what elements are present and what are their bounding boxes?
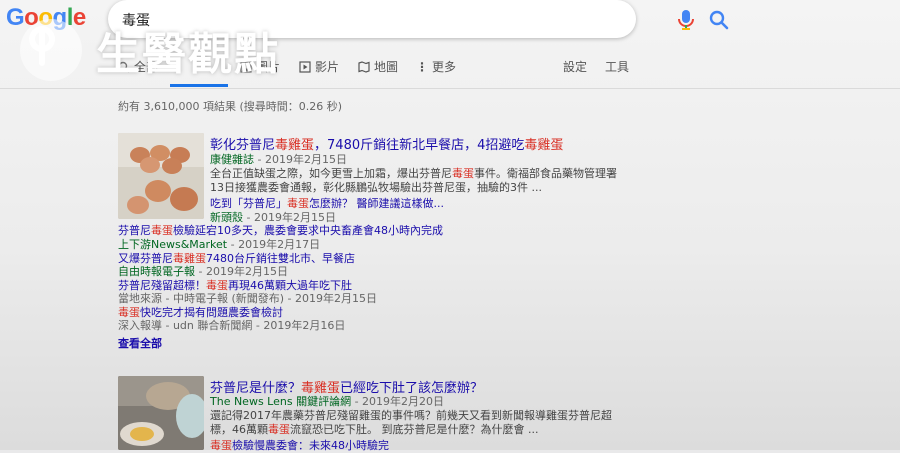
see-all-link[interactable]: 查看全部 — [118, 335, 162, 351]
tab-maps[interactable]: 地圖 — [358, 58, 398, 75]
result-thumbnail[interactable] — [118, 133, 204, 219]
tab-label: 更多 — [432, 60, 457, 74]
watermark: 生醫觀點 — [20, 18, 280, 82]
tab-more[interactable]: ⋮ 更多 — [416, 58, 456, 75]
tab-label: 影片 — [315, 60, 340, 74]
sub-highlight: 毒蛋 — [210, 439, 232, 452]
tab-label: 設定 — [563, 60, 588, 74]
tab-tools[interactable]: 工具 — [605, 58, 629, 75]
result-snippet: 13日接獲農委會通報，彰化縣鵬弘牧場驗出芬普尼蛋，抽驗的3件 ... — [210, 181, 542, 194]
b-logo-icon — [29, 26, 56, 66]
result-snippet: 標，46萬顆毒蛋流竄恐已吃下肚。 到底芬普尼是什麼？為什麼會 ... — [210, 421, 538, 437]
result-date: - udn 聯合新聞網 - 2019年2月16日 — [162, 319, 346, 332]
divider — [0, 88, 900, 89]
watermark-logo-icon — [20, 19, 82, 81]
tab-label: 地圖 — [374, 60, 399, 74]
tab-videos[interactable]: 影片 — [299, 58, 339, 75]
snippet-text: 標，46萬顆 — [210, 423, 268, 436]
tab-settings[interactable]: 設定 — [563, 58, 587, 75]
tab-label: 工具 — [605, 60, 630, 74]
snippet-highlight: 毒蛋 — [268, 423, 290, 436]
snippet-text: 流竄恐已吃下肚。 到底芬普尼是什麼？為什麼會 ... — [290, 423, 539, 436]
watermark-text: 生醫觀點 — [96, 29, 280, 80]
source-label: 深入報導 — [118, 319, 162, 332]
map-icon — [358, 60, 370, 73]
search-icon[interactable] — [708, 9, 730, 31]
search-results-page: Google 毒蛋 全部 圖片 影片 地圖 ⋮ 更多 設定 工具 約有 3,61… — [0, 0, 900, 453]
sub-result-title[interactable]: 毒蛋檢驗慢農委會：未來48小時驗完 — [210, 437, 389, 453]
more-vert-icon: ⋮ — [416, 59, 428, 74]
eggs-image — [118, 133, 204, 219]
microphone-icon[interactable] — [676, 9, 696, 31]
sub-text: 檢驗慢農委會：未來48小時驗完 — [232, 439, 389, 452]
egg-image — [118, 376, 204, 450]
sub-result-source: 深入報導 - udn 聯合新聞網 - 2019年2月16日 — [118, 317, 345, 333]
result-stats: 約有 3,610,000 項結果 (搜尋時間：0.26 秒) — [118, 100, 343, 113]
play-icon — [299, 60, 311, 73]
result-thumbnail[interactable] — [118, 376, 204, 450]
active-tab-indicator — [170, 84, 228, 87]
title-highlight: 毒雞蛋 — [524, 138, 564, 153]
